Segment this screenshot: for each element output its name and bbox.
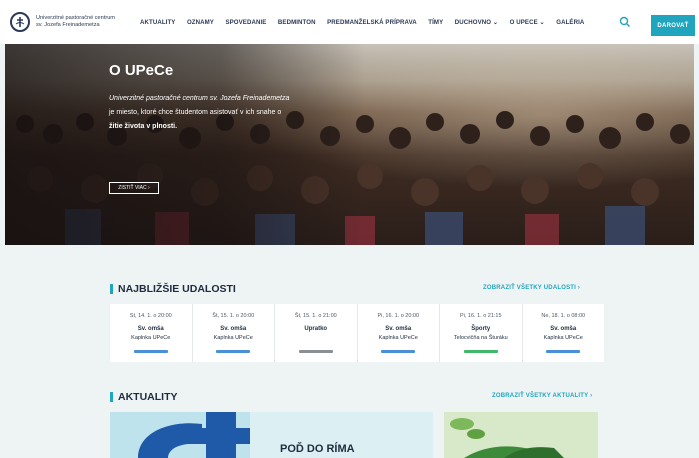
news-card[interactable] — [444, 412, 598, 458]
hero-shade — [5, 44, 365, 245]
event-place: Kaplnka UPeCe — [543, 335, 583, 341]
heading-accent — [110, 392, 113, 402]
news-card-image: POĎ DO RÍMA — [110, 412, 433, 458]
event-place: Telocvičňa na Šturáku — [453, 335, 508, 341]
event-place: Kaplnka UPeCe — [378, 335, 418, 341]
site-header: Univerzitné pastoračné centrum sv. Jozef… — [0, 0, 699, 44]
nav-spovedanie[interactable]: SPOVEDANIE — [225, 19, 266, 26]
event-category-bar — [381, 350, 416, 353]
page: Univerzitné pastoračné centrum sv. Jozef… — [0, 0, 699, 458]
news-card[interactable]: POĎ DO RÍMA — [110, 412, 433, 458]
event-name: Športy — [471, 326, 491, 332]
logo-line2: sv. Jozefa Freinademetza — [36, 22, 100, 28]
nav-galeria[interactable]: GALÉRIA — [556, 19, 584, 26]
hero-title: O UPeCe — [109, 62, 174, 79]
hero-line1: Univerzitné pastoračné centrum sv. Jozef… — [109, 95, 290, 102]
event-item[interactable]: Št, 15. 1. o 20:00 Sv. omša Kaplnka UPeC… — [193, 304, 275, 362]
event-place: Kaplnka UPeCe — [131, 335, 171, 341]
all-news-link[interactable]: ZOBRAZIŤ VŠETKY AKTUALITY › — [492, 393, 592, 399]
learn-more-button[interactable]: ZISTIŤ VIAC › — [109, 182, 159, 194]
nav-predmanzelska-priprava[interactable]: PREDMANŽELSKÁ PRÍPRAVA — [327, 19, 417, 26]
events-title: NAJBLIŽŠIE UDALOSTI — [118, 283, 236, 295]
nav-timy[interactable]: TÍMY — [428, 19, 443, 26]
news-card-title: POĎ DO RÍMA — [280, 442, 355, 455]
main-nav: AKTUALITY OZNAMY SPOVEDANIE BEDMINTON PR… — [140, 19, 596, 26]
news-title: AKTUALITY — [118, 391, 178, 403]
logo-line1: Univerzitné pastoračné centrum — [36, 15, 115, 21]
event-date: St, 14. 1. o 20:00 — [129, 313, 172, 319]
nav-o-upece[interactable]: O UPECE ⌄ — [510, 19, 545, 26]
donate-button[interactable]: DAROVAŤ — [651, 15, 695, 36]
event-item[interactable]: Št, 15. 1. o 21:00 Upratko — [275, 304, 358, 362]
news-card-image — [444, 412, 598, 458]
event-name: Sv. omša — [385, 326, 412, 332]
event-name: Upratko — [304, 326, 328, 332]
all-events-link[interactable]: ZOBRAZIŤ VŠETKY UDALOSTI › — [483, 285, 580, 291]
events-heading: NAJBLIŽŠIE UDALOSTI — [110, 283, 236, 295]
hero-description: Univerzitné pastoračné centrum sv. Jozef… — [109, 92, 314, 134]
event-place: Kaplnka UPeCe — [213, 335, 253, 341]
nav-oznamy[interactable]: OZNAMY — [187, 19, 214, 26]
event-date: Št, 15. 1. o 20:00 — [212, 313, 255, 319]
event-category-bar — [298, 350, 333, 353]
event-category-bar — [216, 350, 251, 353]
logo-icon — [10, 12, 30, 32]
event-date: Ne, 18. 1. o 08:00 — [541, 313, 586, 319]
events-list: St, 14. 1. o 20:00 Sv. omša Kaplnka UPeC… — [110, 304, 604, 362]
event-date: Pi, 16. 1. o 21:15 — [459, 313, 502, 319]
hero-line2: je miesto, ktoré chce študentom asistova… — [109, 109, 282, 116]
site-logo[interactable]: Univerzitné pastoračné centrum sv. Jozef… — [10, 12, 128, 32]
nav-aktuality[interactable]: AKTUALITY — [140, 19, 175, 26]
nav-bedminton[interactable]: BEDMINTON — [278, 19, 316, 26]
event-item[interactable]: Ne, 18. 1. o 08:00 Sv. omša Kaplnka UPeC… — [523, 304, 605, 362]
hero-line3: žitie života v plnosti. — [109, 123, 178, 130]
event-category-bar — [546, 350, 581, 353]
event-name: Sv. omša — [220, 326, 247, 332]
event-item[interactable]: Pi, 16. 1. o 21:15 Športy Telocvičňa na … — [440, 304, 523, 362]
nav-duchovno[interactable]: DUCHOVNO ⌄ — [455, 19, 498, 26]
event-date: Št, 15. 1. o 21:00 — [294, 313, 337, 319]
event-name: Sv. omša — [137, 326, 164, 332]
search-icon[interactable] — [618, 15, 632, 29]
heading-accent — [110, 284, 113, 294]
news-heading: AKTUALITY — [110, 391, 178, 403]
event-name: Sv. omša — [550, 326, 577, 332]
event-item[interactable]: Pi, 16. 1. o 20:00 Sv. omša Kaplnka UPeC… — [358, 304, 440, 362]
event-category-bar — [133, 350, 168, 353]
event-date: Pi, 16. 1. o 20:00 — [377, 313, 420, 319]
event-category-bar — [463, 350, 498, 353]
event-item[interactable]: St, 14. 1. o 20:00 Sv. omša Kaplnka UPeC… — [110, 304, 193, 362]
